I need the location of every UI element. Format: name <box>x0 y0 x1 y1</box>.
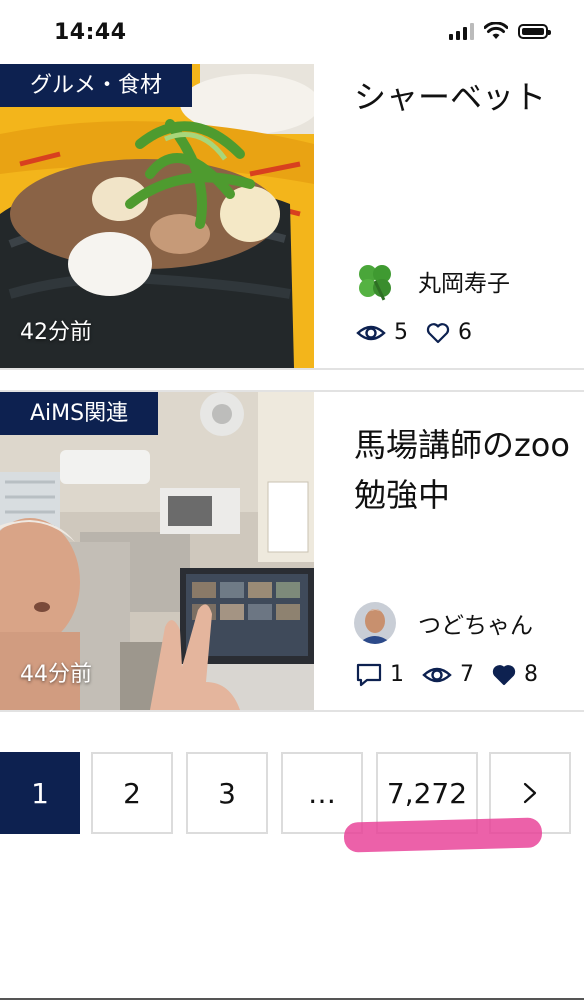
post-author[interactable]: 丸岡寿子 <box>354 260 510 302</box>
eye-icon <box>422 667 452 682</box>
heart-filled-icon[interactable] <box>492 664 516 686</box>
like-count[interactable]: 6 <box>426 320 472 345</box>
category-label[interactable]: AiMS関連 <box>0 392 159 435</box>
highlight-marker <box>343 817 543 853</box>
battery-icon <box>518 23 551 39</box>
page-button-3[interactable]: 3 <box>186 752 268 834</box>
author-name: 丸岡寿子 <box>418 271 510 297</box>
post-title-line: 勉強中 <box>354 476 451 514</box>
category-label[interactable]: グルメ・食材 <box>0 64 193 107</box>
chevron-right-icon <box>523 782 537 804</box>
comment-count[interactable]: 1 <box>356 662 404 687</box>
view-count: 7 <box>422 662 474 687</box>
status-bar: 14:44 <box>0 0 584 64</box>
post-title[interactable]: シャーベット <box>354 72 546 122</box>
user-photo-icon <box>354 602 396 644</box>
post-title-line: 馬場講師のzoo <box>354 426 570 464</box>
post-thumbnail[interactable]: グルメ・食材 42分前 <box>0 64 314 368</box>
post-time: 42分前 <box>20 320 92 345</box>
post-author[interactable]: つどちゃん <box>354 602 533 644</box>
like-count-value: 8 <box>524 662 538 687</box>
status-icons <box>449 22 551 40</box>
author-name: つどちゃん <box>418 613 533 639</box>
comment-count-value: 1 <box>390 662 404 687</box>
post-thumbnail[interactable]: AiMS関連 44分前 <box>0 392 314 710</box>
post-stats: 5 6 <box>356 320 482 345</box>
post-stats: 1 7 8 <box>356 662 548 687</box>
post-title[interactable]: 馬場講師のzoo 勉強中 <box>354 420 570 520</box>
like-count[interactable]: 8 <box>492 662 538 687</box>
comment-icon[interactable] <box>356 663 382 687</box>
status-time: 14:44 <box>54 20 127 45</box>
page-button-1[interactable]: 1 <box>0 752 80 834</box>
cellular-signal-icon <box>449 22 474 40</box>
post-time: 44分前 <box>20 662 92 687</box>
view-count-value: 5 <box>394 320 408 345</box>
view-count-value: 7 <box>460 662 474 687</box>
heart-icon[interactable] <box>426 322 450 344</box>
view-count: 5 <box>356 320 408 345</box>
eye-icon <box>356 325 386 340</box>
page-ellipsis: … <box>281 752 363 834</box>
wifi-icon <box>484 22 508 39</box>
avatar <box>354 260 396 302</box>
post-title-line: シャーベット <box>354 78 547 116</box>
page-button-2[interactable]: 2 <box>91 752 173 834</box>
clover-icon <box>354 260 396 302</box>
avatar <box>354 602 396 644</box>
post-card[interactable]: グルメ・食材 42分前 シャーベット 丸岡寿子 5 6 <box>0 64 584 370</box>
like-count-value: 6 <box>458 320 472 345</box>
post-card[interactable]: AiMS関連 44分前 馬場講師のzoo 勉強中 つどちゃん 1 7 8 <box>0 390 584 712</box>
